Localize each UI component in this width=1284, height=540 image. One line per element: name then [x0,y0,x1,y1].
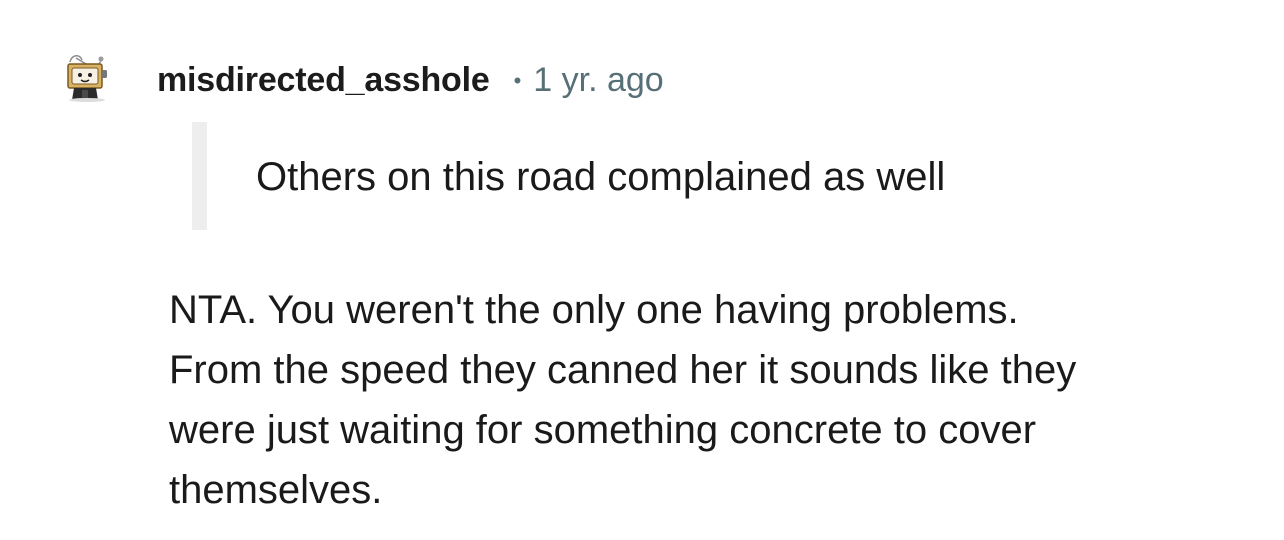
comment-body-line: NTA. You weren't the only one having pro… [169,288,1019,332]
comment-body-line: were just waiting for something concrete… [169,408,1037,452]
username-link[interactable]: misdirected_asshole [157,61,490,100]
blockquote: Others on this road complained as well [192,122,1092,230]
comment-body: NTA. You weren't the only one having pro… [169,280,1219,520]
avatar[interactable] [62,52,112,102]
comment-body-line: themselves. [169,468,383,512]
comment-body-line: From the speed they canned her it sounds… [169,348,1077,392]
quote-bar [192,122,207,230]
timestamp[interactable]: 1 yr. ago [533,61,663,100]
comment: misdirected_asshole • 1 yr. ago Others o… [0,0,1284,540]
quote-text: Others on this road complained as well [256,155,946,199]
comment-header: misdirected_asshole • 1 yr. ago [157,58,664,102]
meta-separator: • [513,68,522,93]
